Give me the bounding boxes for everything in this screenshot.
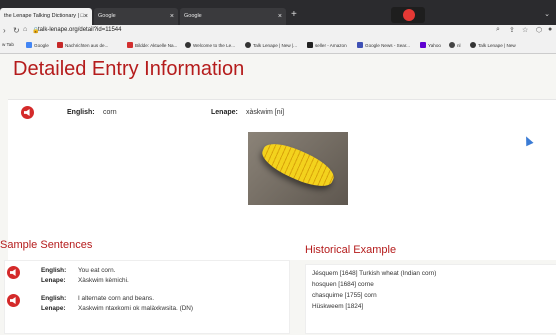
bookmark-bild[interactable]: Bildde: Aktuelle Na... <box>127 42 177 48</box>
address-bar: › ↻ ⌂ 🔒 talk-lenape.org/detail?id=11544 … <box>0 25 556 39</box>
bookmark-google[interactable]: Google <box>26 42 49 48</box>
bookmark-amazon[interactable]: seller - Amazon <box>307 42 347 48</box>
bookmark-google-news[interactable]: Google News - Sear... <box>357 42 410 48</box>
bookmark-new-tab[interactable]: w Tab <box>2 42 14 47</box>
sample-sentences-heading: Sample Sentences <box>0 239 93 251</box>
reload-icon[interactable]: ↻ <box>13 26 20 35</box>
tab-lenape-dictionary[interactable]: the Lenape Talking Dictionary | □ × <box>0 8 92 25</box>
new-tab-button[interactable]: + <box>291 9 297 20</box>
sentence-english: I alternate corn and beans. <box>78 295 155 302</box>
share-icon[interactable]: ⇪ <box>509 26 515 34</box>
tab-google-2[interactable]: Google × <box>180 8 286 25</box>
browser-tab-strip: the Lenape Talking Dictionary | □ × Goog… <box>0 0 556 25</box>
lenape-label: Lenape: <box>211 109 238 116</box>
news-icon <box>57 42 63 48</box>
globe-icon <box>245 42 251 48</box>
tab-title: Google <box>98 13 116 19</box>
globe-icon <box>470 42 476 48</box>
url-field[interactable]: talk-lenape.org/detail?id=11544 <box>38 27 121 33</box>
corn-cob-illustration <box>257 136 339 194</box>
home-icon[interactable]: ⌂ <box>23 26 27 33</box>
corn-image <box>248 132 348 205</box>
bookmarks-bar: w Tab Google Nachrichten aus de... Bildd… <box>0 39 556 54</box>
sentence-english-label: English: <box>41 267 67 274</box>
historical-item: Jésquem [1648] Turkish wheat (Indian cor… <box>312 270 437 277</box>
historical-item: hosquen [1684] corne <box>312 281 374 288</box>
record-icon <box>403 9 415 21</box>
sentence-english: You eat corn. <box>78 267 116 274</box>
google-icon <box>26 42 32 48</box>
speaker-icon[interactable] <box>7 266 20 279</box>
page-title: Detailed Entry Information <box>13 58 245 80</box>
bookmark-talk-lenape[interactable]: Talk Lenape | New |... <box>245 42 297 48</box>
profile-icon[interactable]: ● <box>548 26 552 33</box>
speaker-icon[interactable] <box>21 106 34 119</box>
close-icon[interactable]: × <box>278 8 282 25</box>
globe-icon <box>449 42 455 48</box>
tab-title: the Lenape Talking Dictionary | □ <box>4 13 84 19</box>
sentence-lenape: Xàskwim kèmichi. <box>78 277 129 284</box>
tab-google-1[interactable]: Google × <box>94 8 178 25</box>
sentence-english-label: English: <box>41 295 67 302</box>
bookmark-talk-lenape-new[interactable]: Talk Lenape | New <box>470 42 516 48</box>
chevron-down-icon[interactable]: ⌄ <box>544 10 550 18</box>
historical-item: chasquime [1755] corn <box>312 292 377 299</box>
close-icon[interactable]: × <box>84 8 88 25</box>
sample-sentences-box: English: You eat corn. Lenape: Xàskwim k… <box>4 260 290 334</box>
yahoo-icon <box>420 42 426 48</box>
screen-record-indicator[interactable] <box>391 7 425 23</box>
sentence-lenape-label: Lenape: <box>41 305 66 312</box>
historical-example-box: Jésquem [1648] Turkish wheat (Indian cor… <box>305 264 556 334</box>
bookmark-welcome[interactable]: Welcome to the Le... <box>185 42 235 48</box>
sentence-lenape-label: Lenape: <box>41 277 66 284</box>
news-icon <box>357 42 363 48</box>
english-label: English: <box>67 109 95 116</box>
amazon-icon <box>307 42 313 48</box>
sentence-lenape: Xaskwim ntaxkomi ok malàxkwsita. (DN) <box>78 305 194 312</box>
extensions-icon[interactable]: ⬡ <box>536 26 542 34</box>
zoom-icon[interactable]: ⌕ <box>496 26 500 34</box>
star-icon[interactable]: ☆ <box>522 26 528 34</box>
globe-icon <box>185 42 191 48</box>
historical-item: Hüskweem [1824] <box>312 303 364 310</box>
english-value: corn <box>103 109 117 116</box>
bookmark-nachrichten[interactable]: Nachrichten aus de... <box>57 42 108 48</box>
bookmark-nl[interactable]: nl <box>449 42 461 48</box>
entry-card: English: corn Lenape: xàskwim [ni] <box>8 99 556 260</box>
speaker-icon[interactable] <box>7 294 20 307</box>
forward-icon[interactable]: › <box>3 26 6 35</box>
bookmark-yahoo[interactable]: Yahoo <box>420 42 441 48</box>
close-icon[interactable]: × <box>170 8 174 25</box>
page-content: Detailed Entry Information English: corn… <box>0 54 556 335</box>
lenape-value: xàskwim [ni] <box>246 109 285 116</box>
bild-icon <box>127 42 133 48</box>
historical-example-heading: Historical Example <box>305 244 397 256</box>
tab-title: Google <box>184 13 202 19</box>
